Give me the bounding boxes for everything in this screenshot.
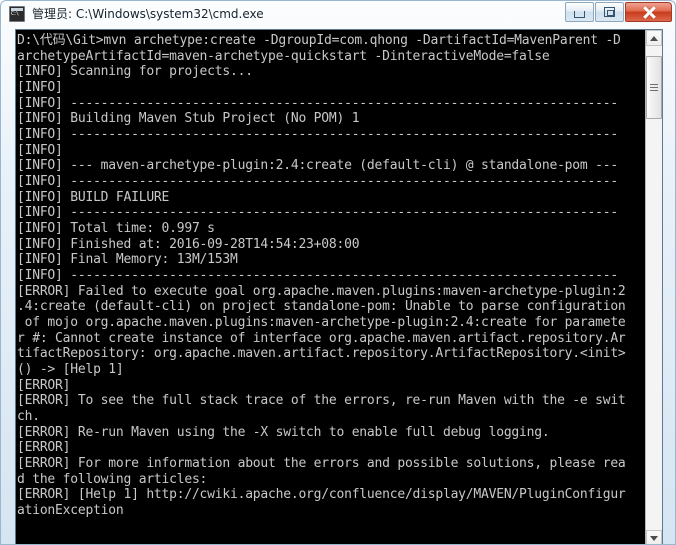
scrollbar-thumb[interactable] xyxy=(646,55,662,119)
console-line: [INFO] ---------------------------------… xyxy=(17,205,618,221)
console-line: [INFO] xyxy=(17,80,63,96)
scroll-down-arrow-button[interactable] xyxy=(646,530,662,544)
maximize-icon xyxy=(604,7,615,17)
vertical-scrollbar[interactable] xyxy=(645,30,662,544)
console-client-area[interactable]: D:\代码\Git>mvn archetype:create -DgroupId… xyxy=(15,29,663,544)
console-line: [INFO] Scanning for projects... xyxy=(17,64,253,80)
console-line: .4:create (default-cli) on project stand… xyxy=(17,299,626,315)
close-icon xyxy=(642,6,656,18)
cmd-window: 管理员: C:\Windows\system32\cmd.exe D:\代码\G… xyxy=(0,0,676,545)
console-output[interactable]: D:\代码\Git>mvn archetype:create -DgroupId… xyxy=(16,30,650,544)
console-line: [ERROR] To see the full stack trace of t… xyxy=(17,393,626,409)
window-title: 管理员: C:\Windows\system32\cmd.exe xyxy=(32,7,264,21)
maximize-button[interactable] xyxy=(595,2,624,22)
scroll-up-arrow-icon xyxy=(650,35,658,41)
console-line: [INFO] ---------------------------------… xyxy=(17,268,618,284)
console-line: [INFO] ---------------------------------… xyxy=(17,174,618,190)
close-button[interactable] xyxy=(625,2,672,22)
console-line: [INFO] BUILD FAILURE xyxy=(17,189,170,205)
scrollbar-track[interactable] xyxy=(646,46,662,530)
console-line: d the following articles: xyxy=(17,471,208,487)
scroll-up-arrow-button[interactable] xyxy=(646,30,662,46)
console-line: [INFO] Building Maven Stub Project (No P… xyxy=(17,111,360,127)
console-line: of mojo org.apache.maven.plugins:maven-a… xyxy=(17,315,626,331)
console-line: [ERROR] xyxy=(17,440,71,456)
minimize-button[interactable] xyxy=(565,2,594,22)
console-line: r #: Cannot create instance of interface… xyxy=(17,330,626,346)
scrollbar-grip-icon xyxy=(650,83,658,91)
cmd-icon[interactable] xyxy=(9,6,25,22)
console-line: tifactRepository: org.apache.maven.artif… xyxy=(17,346,626,362)
console-line: () -> [Help 1] xyxy=(17,362,124,378)
console-line: ch. xyxy=(17,409,40,425)
console-line: [INFO] Final Memory: 13M/153M xyxy=(17,252,238,268)
console-line: [INFO] --- maven-archetype-plugin:2.4:cr… xyxy=(17,158,618,174)
minimize-icon xyxy=(574,11,585,18)
window-controls xyxy=(564,2,672,23)
console-line: [ERROR] [Help 1] http://cwiki.apache.org… xyxy=(17,487,626,503)
console-line: archetypeArtifactId=maven-archetype-quic… xyxy=(17,48,550,64)
console-line: [INFO] Total time: 0.997 s xyxy=(17,221,215,237)
console-line: [ERROR] Re-run Maven using the -X switch… xyxy=(17,424,550,440)
console-line: [INFO] Finished at: 2016-09-28T14:54:23+… xyxy=(17,236,360,252)
console-line: D:\代码\Git>mvn archetype:create -DgroupId… xyxy=(17,33,621,48)
console-line: [ERROR] xyxy=(17,377,71,393)
console-line: [ERROR] For more information about the e… xyxy=(17,456,626,472)
console-line: [ERROR] Failed to execute goal org.apach… xyxy=(17,283,626,299)
console-line: [INFO] xyxy=(17,142,63,158)
console-line: ationException xyxy=(17,503,124,519)
scroll-down-arrow-icon xyxy=(650,535,658,541)
console-line: [INFO] ---------------------------------… xyxy=(17,127,618,143)
console-line: [INFO] ---------------------------------… xyxy=(17,95,618,111)
